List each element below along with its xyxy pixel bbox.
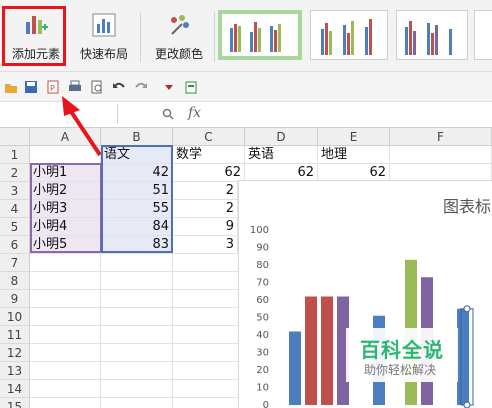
spreadsheet-window: 添加元素 快速布局 更改颜色 P fx A B C D E F 1 2 3 4 …: [0, 0, 492, 408]
watermark-title: 百科全说: [360, 338, 444, 362]
red-arrow-head: [62, 96, 80, 116]
watermark: 百科全说 助你轻松解决: [346, 328, 458, 382]
watermark-subtitle: 助你轻松解决: [364, 363, 437, 377]
red-arrow-shaft: [68, 108, 102, 157]
